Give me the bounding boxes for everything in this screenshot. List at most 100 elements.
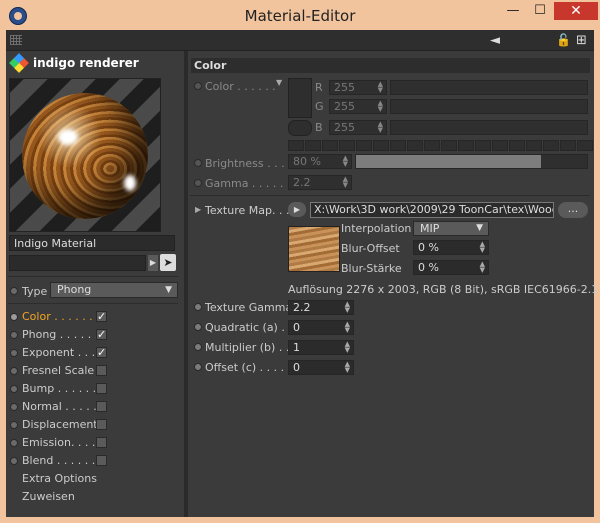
- spinner-icon[interactable]: ▲ ▼: [480, 261, 485, 274]
- color-preset-swatch[interactable]: [458, 140, 474, 151]
- spinner-icon[interactable]: ▲ ▼: [480, 241, 485, 254]
- gamma-anim-dot[interactable]: [194, 179, 202, 187]
- lock-icon[interactable]: 🔓: [556, 33, 571, 47]
- type-dropdown[interactable]: Phong ▼: [50, 282, 178, 298]
- spinner-icon[interactable]: ▲ ▼: [343, 176, 348, 189]
- channel-item[interactable]: Phong . . . . . . ✓: [10, 326, 180, 344]
- material-name-field[interactable]: Indigo Material: [9, 235, 175, 251]
- channel-item[interactable]: Color . . . . . . ✓: [10, 308, 180, 326]
- channel-item[interactable]: Fresnel Scale: [10, 362, 180, 380]
- param-field[interactable]: 0 ▲ ▼: [288, 360, 354, 375]
- channel-anim-dot[interactable]: [10, 439, 18, 447]
- channel-item[interactable]: Normal . . . . .: [10, 398, 180, 416]
- texture-expand-arrow-icon[interactable]: ▶: [195, 205, 201, 214]
- color-preset-swatch[interactable]: [560, 140, 576, 151]
- param-anim-dot[interactable]: [194, 323, 202, 331]
- channel-anim-dot[interactable]: [10, 385, 18, 393]
- texture-browse-button[interactable]: ...: [558, 202, 588, 218]
- channel-checkbox[interactable]: [96, 383, 107, 394]
- brightness-anim-dot[interactable]: [194, 159, 202, 167]
- blur-offset-field[interactable]: 0 % ▲ ▼: [413, 240, 489, 255]
- channel-anim-dot[interactable]: [10, 331, 18, 339]
- color-preset-swatch[interactable]: [441, 140, 457, 151]
- spinner-icon[interactable]: ▲ ▼: [345, 341, 350, 354]
- back-arrow-icon[interactable]: ◄: [490, 33, 500, 48]
- param-field[interactable]: 1 ▲ ▼: [288, 340, 354, 355]
- color-preset-swatch[interactable]: [356, 140, 372, 151]
- minimize-button[interactable]: —: [500, 2, 526, 20]
- channel-item[interactable]: Exponent . . . ✓: [10, 344, 180, 362]
- param-anim-dot[interactable]: [194, 303, 202, 311]
- color-preset-swatch[interactable]: [492, 140, 508, 151]
- color-preset-swatch[interactable]: [543, 140, 559, 151]
- spinner-icon[interactable]: ▲ ▼: [345, 301, 350, 314]
- param-anim-dot[interactable]: [194, 363, 202, 371]
- spinner-icon[interactable]: ▲ ▼: [378, 100, 383, 113]
- grip-icon[interactable]: [10, 35, 22, 45]
- channel-anim-dot[interactable]: [10, 313, 18, 321]
- g-field[interactable]: 255 ▲ ▼: [329, 99, 387, 114]
- texture-menu-button[interactable]: ▶: [288, 202, 306, 217]
- channel-anim-dot[interactable]: [10, 457, 18, 465]
- channel-checkbox[interactable]: ✓: [96, 311, 107, 322]
- spinner-icon[interactable]: ▲ ▼: [345, 321, 350, 334]
- r-slider[interactable]: [390, 80, 588, 95]
- color-swatch[interactable]: [288, 78, 312, 118]
- r-field[interactable]: 255 ▲ ▼: [329, 80, 387, 95]
- channel-checkbox[interactable]: [96, 365, 107, 376]
- color-preset-swatch[interactable]: [526, 140, 542, 151]
- channel-checkbox[interactable]: [96, 455, 107, 466]
- channel-anim-dot[interactable]: [10, 403, 18, 411]
- param-anim-dot[interactable]: [194, 343, 202, 351]
- brightness-field[interactable]: 80 % ▲ ▼: [288, 154, 352, 169]
- channel-checkbox[interactable]: ✓: [96, 329, 107, 340]
- channel-item[interactable]: Bump . . . . . .: [10, 380, 180, 398]
- close-button[interactable]: ✕: [554, 2, 598, 20]
- color-anim-dot[interactable]: [194, 82, 202, 90]
- color-preset-swatch[interactable]: [305, 140, 321, 151]
- channel-anim-dot[interactable]: [10, 421, 18, 429]
- material-input-field[interactable]: [9, 255, 146, 271]
- b-slider[interactable]: [390, 120, 588, 135]
- gamma-field[interactable]: 2.2 ▲ ▼: [288, 175, 352, 190]
- material-arrow-button[interactable]: ▶: [148, 255, 158, 271]
- channel-item[interactable]: Displacement: [10, 416, 180, 434]
- spinner-icon[interactable]: ▲ ▼: [345, 361, 350, 374]
- maximize-button[interactable]: ☐: [527, 2, 553, 20]
- channel-checkbox[interactable]: [96, 419, 107, 430]
- color-preset-swatch[interactable]: [407, 140, 423, 151]
- pick-cursor-icon[interactable]: ➤: [160, 254, 176, 271]
- color-preset-swatch[interactable]: [288, 140, 304, 151]
- zuweisen-item[interactable]: Zuweisen: [22, 490, 75, 503]
- color-preset-swatch[interactable]: [509, 140, 525, 151]
- color-picker-button[interactable]: [288, 120, 312, 136]
- color-preset-swatch[interactable]: [339, 140, 355, 151]
- channel-anim-dot[interactable]: [10, 367, 18, 375]
- channel-checkbox[interactable]: [96, 437, 107, 448]
- channel-item[interactable]: Emission. . . .: [10, 434, 180, 452]
- blur-staerke-field[interactable]: 0 % ▲ ▼: [413, 260, 489, 275]
- color-preset-swatch[interactable]: [322, 140, 338, 151]
- channel-item[interactable]: Blend . . . . . .: [10, 452, 180, 470]
- channel-checkbox[interactable]: [96, 401, 107, 412]
- brightness-slider[interactable]: [355, 154, 588, 169]
- b-field[interactable]: 255 ▲ ▼: [329, 120, 387, 135]
- interpolation-dropdown[interactable]: MIP ▼: [413, 221, 489, 236]
- spinner-icon[interactable]: ▲ ▼: [378, 121, 383, 134]
- param-field[interactable]: 0 ▲ ▼: [288, 320, 354, 335]
- spinner-icon[interactable]: ▲ ▼: [378, 81, 383, 94]
- channel-checkbox[interactable]: ✓: [96, 347, 107, 358]
- extra-options-item[interactable]: Extra Options: [22, 472, 97, 485]
- channel-anim-dot[interactable]: [10, 349, 18, 357]
- color-preset-swatch[interactable]: [577, 140, 593, 151]
- color-preset-swatch[interactable]: [475, 140, 491, 151]
- color-preset-swatch[interactable]: [424, 140, 440, 151]
- texture-thumbnail[interactable]: [288, 226, 340, 272]
- color-preset-swatch[interactable]: [373, 140, 389, 151]
- spinner-icon[interactable]: ▲ ▼: [343, 155, 348, 168]
- color-mode-chevron-icon[interactable]: ▼: [276, 78, 282, 87]
- color-presets[interactable]: [288, 140, 593, 152]
- new-panel-icon[interactable]: ⊞: [576, 33, 587, 48]
- color-preset-swatch[interactable]: [390, 140, 406, 151]
- g-slider[interactable]: [390, 99, 588, 114]
